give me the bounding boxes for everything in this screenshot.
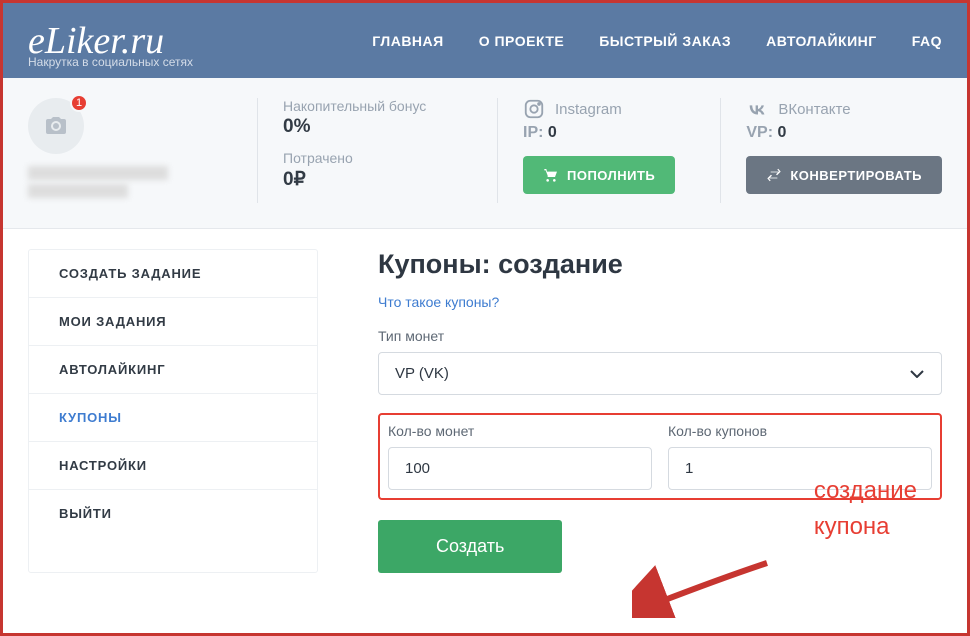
coins-amount-input[interactable] xyxy=(388,447,652,490)
vk-icon xyxy=(746,98,768,120)
convert-button[interactable]: КОНВЕРТИРОВАТЬ xyxy=(746,156,942,194)
instagram-label: Instagram xyxy=(555,101,622,118)
coin-type-label: Тип монет xyxy=(378,328,942,344)
ip-label: IP: xyxy=(523,124,543,141)
spent-label: Потрачено xyxy=(283,150,472,166)
topup-button[interactable]: ПОПОЛНИТЬ xyxy=(523,156,675,194)
nav-quickorder[interactable]: БЫСТРЫЙ ЗАКАЗ xyxy=(599,33,731,49)
annotation-text: создание купона xyxy=(814,473,917,545)
sidebar: СОЗДАТЬ ЗАДАНИЕ МОИ ЗАДАНИЯ АВТОЛАЙКИНГ … xyxy=(28,249,318,573)
instagram-icon xyxy=(523,98,545,120)
sidebar-item-coupons[interactable]: КУПОНЫ xyxy=(29,394,317,442)
coin-type-select[interactable]: VP (VK) xyxy=(378,352,942,395)
coins-amount-label: Кол-во монет xyxy=(388,423,652,439)
coupons-amount-label: Кол-во купонов xyxy=(668,423,932,439)
ip-value: 0 xyxy=(548,124,557,141)
spent-value: 0₽ xyxy=(283,168,472,191)
camera-icon xyxy=(44,114,68,138)
nav-faq[interactable]: FAQ xyxy=(912,33,942,49)
logo[interactable]: eLiker.ru xyxy=(28,22,164,60)
nav-main[interactable]: ГЛАВНАЯ xyxy=(372,33,443,49)
main-nav: ГЛАВНАЯ О ПРОЕКТЕ БЫСТРЫЙ ЗАКАЗ АВТОЛАЙК… xyxy=(372,33,942,49)
bonus-label: Накопительный бонус xyxy=(283,98,472,114)
annotation-arrow-icon xyxy=(632,558,772,618)
nav-about[interactable]: О ПРОЕКТЕ xyxy=(479,33,565,49)
vp-value: 0 xyxy=(777,124,786,141)
sidebar-item-settings[interactable]: НАСТРОЙКИ xyxy=(29,442,317,490)
avatar[interactable]: 1 xyxy=(28,98,84,154)
username-area xyxy=(28,166,232,198)
stats-bar: 1 Накопительный бонус 0% Потрачено 0₽ In… xyxy=(3,78,967,229)
create-button[interactable]: Создать xyxy=(378,520,562,573)
notification-badge[interactable]: 1 xyxy=(70,94,88,112)
bonus-value: 0% xyxy=(283,116,472,138)
page-title: Купоны: создание xyxy=(378,249,942,280)
vp-label: VP: xyxy=(746,124,773,141)
header: eLiker.ru Накрутка в социальных сетях ГЛ… xyxy=(3,3,967,78)
sidebar-item-autoliking[interactable]: АВТОЛАЙКИНГ xyxy=(29,346,317,394)
sidebar-item-logout[interactable]: ВЫЙТИ xyxy=(29,490,317,537)
help-link[interactable]: Что такое купоны? xyxy=(378,294,942,310)
vk-label: ВКонтакте xyxy=(778,101,850,118)
tagline: Накрутка в социальных сетях xyxy=(28,55,193,69)
cart-icon xyxy=(543,167,559,183)
nav-autoliking[interactable]: АВТОЛАЙКИНГ xyxy=(766,33,877,49)
exchange-icon xyxy=(766,167,782,183)
sidebar-item-my-tasks[interactable]: МОИ ЗАДАНИЯ xyxy=(29,298,317,346)
sidebar-item-create-task[interactable]: СОЗДАТЬ ЗАДАНИЕ xyxy=(29,250,317,298)
